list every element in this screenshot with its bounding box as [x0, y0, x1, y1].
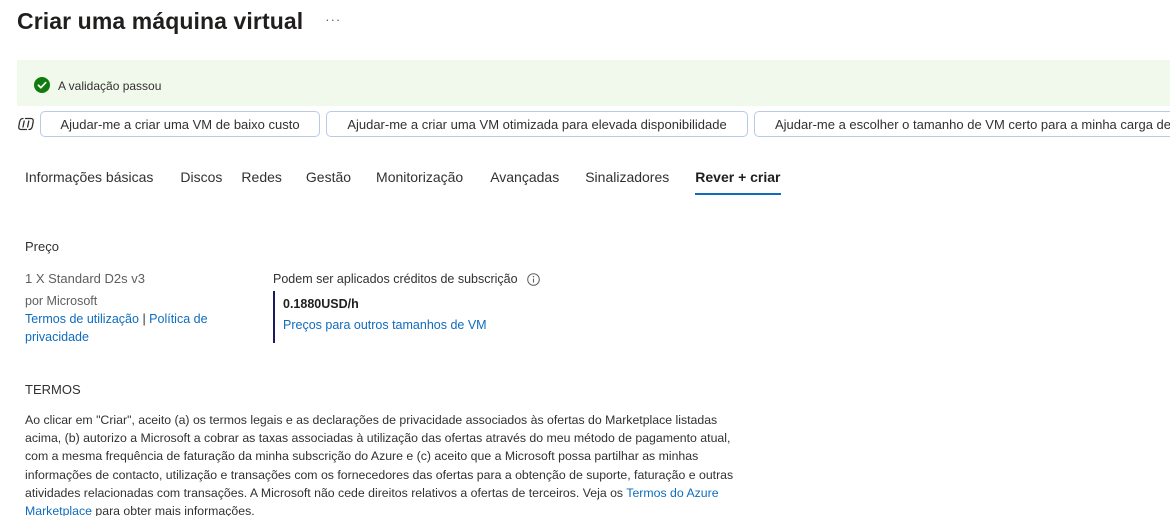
copilot-suggestions: Ajudar-me a criar uma VM de baixo custo … [17, 110, 1170, 138]
tab-review-create[interactable]: Rever + criar [695, 166, 781, 195]
suggestion-high-availability-vm[interactable]: Ajudar-me a criar uma VM otimizada para … [326, 111, 748, 137]
tab-advanced[interactable]: Avançadas [490, 166, 559, 194]
publisher: por Microsoft [25, 294, 98, 308]
create-vm-page: Criar uma máquina virtual ··· A validaçã… [0, 0, 1170, 516]
vm-sku: 1 X Standard D2s v3 [25, 271, 145, 286]
suggestion-low-cost-vm[interactable]: Ajudar-me a criar uma VM de baixo custo [40, 111, 320, 137]
price-value: 0.1880USD/h [283, 297, 359, 311]
tab-networking[interactable]: Redes [241, 166, 281, 194]
tab-management[interactable]: Gestão [306, 166, 351, 194]
credits-note: Podem ser aplicados créditos de subscriç… [273, 272, 540, 286]
terms-text: Ao clicar em "Criar", aceito (a) os term… [25, 411, 750, 516]
more-options-button[interactable]: ··· [325, 12, 341, 27]
page-title: Criar uma máquina virtual [17, 7, 304, 34]
wizard-tabs: Informações básicas Discos Redes Gestão … [25, 166, 808, 196]
tab-tags[interactable]: Sinalizadores [585, 166, 669, 194]
product-links: Termos de utilização | Política de priva… [25, 310, 225, 346]
other-sizes-prices-link[interactable]: Preços para outros tamanhos de VM [283, 318, 487, 332]
copilot-icon [18, 117, 34, 131]
credits-note-text: Podem ser aplicados créditos de subscriç… [273, 272, 518, 286]
terms-section-label: TERMOS [25, 382, 81, 397]
price-section-label: Preço [25, 239, 59, 254]
price-block: 0.1880USD/h Preços para outros tamanhos … [273, 291, 487, 343]
link-separator: | [142, 312, 146, 326]
tab-basics[interactable]: Informações básicas [25, 166, 153, 194]
info-icon[interactable] [526, 272, 540, 286]
tab-monitoring[interactable]: Monitorização [376, 166, 463, 194]
product-info: 1 X Standard D2s v3 por Microsoft Termos… [25, 270, 225, 346]
terms-body-end: para obter mais informações. [95, 504, 255, 516]
validation-banner: A validação passou [17, 60, 1170, 106]
terms-of-use-link[interactable]: Termos de utilização [25, 312, 139, 326]
check-circle-icon [34, 77, 50, 93]
suggestion-vm-size[interactable]: Ajudar-me a escolher o tamanho de VM cer… [754, 111, 1170, 137]
validation-status-text: A validação passou [58, 79, 162, 93]
tab-disks[interactable]: Discos [180, 166, 222, 194]
title-row: Criar uma máquina virtual ··· [17, 4, 341, 38]
